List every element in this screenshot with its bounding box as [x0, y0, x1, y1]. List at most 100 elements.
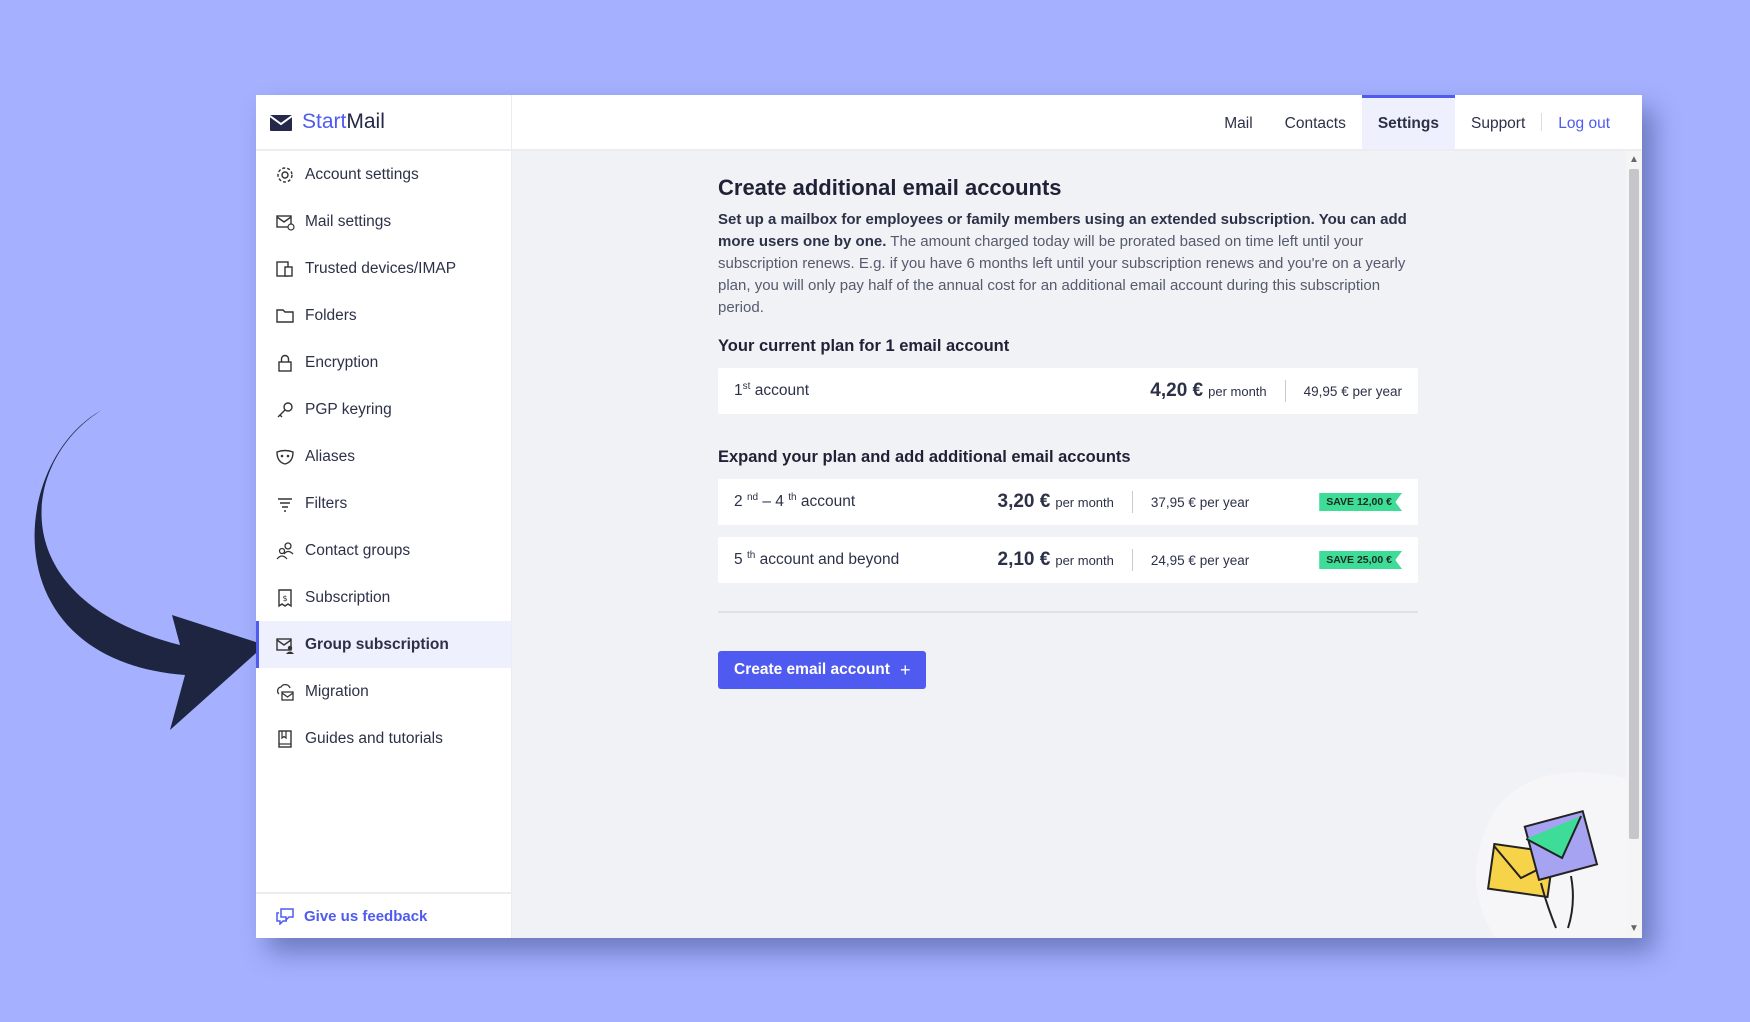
savings-badge: SAVE 12,00 € [1319, 493, 1402, 511]
sidebar-item-group-subscription[interactable]: Group subscription [256, 621, 511, 668]
per-year-label: per year [1352, 383, 1402, 399]
devices-icon [276, 260, 293, 277]
give-feedback-link[interactable]: Give us feedback [256, 892, 511, 938]
plan-ordinal: th [788, 492, 797, 504]
yearly-amount: 49,95 € [1303, 383, 1349, 399]
per-month-label: per month [1208, 384, 1267, 399]
sidebar-item-label: Trusted devices/IMAP [305, 259, 457, 277]
plan-label: 2 nd – 4 th account [734, 492, 998, 511]
plan-label: 1st account [734, 381, 1150, 400]
top-navigation: Mail Contacts Settings Support Log out [512, 95, 1642, 151]
sidebar-item-mail-settings[interactable]: Mail settings [256, 198, 511, 245]
yearly-amount: 24,95 € [1150, 552, 1196, 568]
sidebar-item-pgp-keyring[interactable]: PGP keyring [256, 386, 511, 433]
tier-2-4-row: 2 nd – 4 th account 3,20 € per month 37,9… [718, 479, 1418, 525]
monthly-price: 3,20 € per month [998, 491, 1114, 513]
sidebar-item-migration[interactable]: Migration [256, 668, 511, 715]
sidebar-item-label: PGP keyring [305, 400, 392, 418]
price-amount: 2,10 € [997, 549, 1051, 570]
scroll-up-arrow[interactable]: ▲ [1626, 153, 1642, 167]
page-description: Set up a mailbox for employees or family… [718, 209, 1418, 319]
price-amount: 3,20 € [997, 491, 1051, 512]
sidebar-item-label: Mail settings [305, 212, 392, 230]
price-divider [1131, 491, 1133, 513]
sidebar-item-label: Encryption [305, 353, 379, 371]
current-plan-heading: Your current plan for 1 email account [718, 337, 1010, 355]
button-label: Create email account [734, 661, 890, 678]
folder-icon [276, 308, 294, 323]
cloud-mail-icon [276, 683, 294, 701]
sidebar-item-guides[interactable]: Guides and tutorials [256, 715, 511, 762]
feedback-label: Give us feedback [304, 907, 428, 925]
logo-text-start: Start [302, 110, 347, 133]
sidebar-item-account-settings[interactable]: Account settings [256, 151, 511, 198]
per-year-label: per year [1199, 552, 1250, 568]
lock-icon [278, 354, 292, 372]
sidebar-item-encryption[interactable]: Encryption [256, 339, 511, 386]
plan-label: 5 th account and beyond [734, 550, 998, 569]
main-content: Create additional email accounts Set up … [512, 151, 1626, 938]
savings-badge: SAVE 25,00 € [1319, 551, 1402, 569]
mail-settings-icon [276, 214, 295, 231]
page-title: Create additional email accounts [718, 175, 1062, 200]
sidebar-item-subscription[interactable]: $ Subscription [256, 574, 511, 621]
plan-number: 5 [734, 551, 743, 569]
sidebar-item-label: Filters [305, 494, 348, 512]
book-icon [278, 729, 292, 748]
sidebar: Start Mail Account settings Mail settings… [256, 95, 513, 938]
scrollbar-thumb[interactable] [1629, 169, 1639, 839]
sidebar-item-label: Guides and tutorials [305, 729, 443, 747]
key-icon [277, 401, 293, 417]
sidebar-item-filters[interactable]: Filters [256, 480, 511, 527]
receipt-icon: $ [278, 588, 292, 607]
logout-link[interactable]: Log out [1542, 95, 1626, 149]
price-divider [1284, 380, 1286, 402]
contact-groups-icon [276, 541, 294, 559]
tab-mail[interactable]: Mail [1208, 95, 1268, 149]
envelopes-illustration [1476, 772, 1626, 938]
current-plan-row: 1st account 4,20 € per month 49,95 € per … [718, 368, 1418, 414]
logo-text-mail: Mail [346, 110, 385, 133]
sidebar-item-label: Aliases [305, 447, 355, 465]
yearly-price: 49,95 € per year [1304, 384, 1402, 399]
plan-text: account [750, 382, 810, 400]
per-month-label: per month [1055, 495, 1114, 510]
plan-text: account [796, 493, 856, 511]
sidebar-item-folders[interactable]: Folders [256, 292, 511, 339]
sidebar-item-trusted-devices[interactable]: Trusted devices/IMAP [256, 245, 511, 292]
create-email-account-button[interactable]: Create email account + [718, 651, 927, 689]
tier-5-plus-row: 5 th account and beyond 2,10 € per month … [718, 537, 1418, 583]
group-subscription-panel: Create additional email accounts Set up … [718, 175, 1418, 689]
startmail-logo[interactable]: Start Mail [256, 95, 511, 151]
sidebar-item-label: Folders [305, 306, 357, 324]
mask-icon [276, 449, 294, 465]
expand-plan-heading: Expand your plan and add additional emai… [718, 448, 1131, 466]
tab-settings[interactable]: Settings [1361, 95, 1455, 149]
sidebar-item-label: Subscription [305, 588, 391, 606]
price-divider [1131, 549, 1133, 571]
tab-support[interactable]: Support [1455, 95, 1541, 149]
plan-number: 4 [775, 493, 784, 511]
tab-contacts[interactable]: Contacts [1269, 95, 1362, 149]
plan-number: 1 [734, 382, 743, 400]
sidebar-item-label: Migration [305, 682, 369, 700]
sidebar-item-contact-groups[interactable]: Contact groups [256, 527, 511, 574]
sidebar-item-aliases[interactable]: Aliases [256, 433, 511, 480]
scroll-down-arrow[interactable]: ▼ [1626, 922, 1642, 936]
app-window: Start Mail Account settings Mail settings… [256, 95, 1642, 938]
envelope-logo-icon [270, 115, 292, 131]
pointing-arrow-decoration [34, 410, 265, 730]
plan-number: 2 [734, 493, 743, 511]
plus-icon: + [899, 659, 911, 680]
sidebar-item-label: Contact groups [305, 541, 411, 559]
group-mail-icon [276, 637, 294, 654]
yearly-price: 24,95 € per year [1151, 553, 1249, 568]
settings-nav: Account settings Mail settings Trusted d… [256, 151, 511, 762]
svg-text:$: $ [283, 594, 288, 603]
vertical-scrollbar[interactable]: ▲ ▼ [1626, 151, 1642, 938]
per-year-label: per year [1199, 494, 1250, 510]
yearly-amount: 37,95 € [1150, 494, 1196, 510]
section-divider [718, 611, 1418, 613]
plan-dash: – [758, 493, 776, 511]
chat-bubbles-icon [276, 908, 294, 925]
